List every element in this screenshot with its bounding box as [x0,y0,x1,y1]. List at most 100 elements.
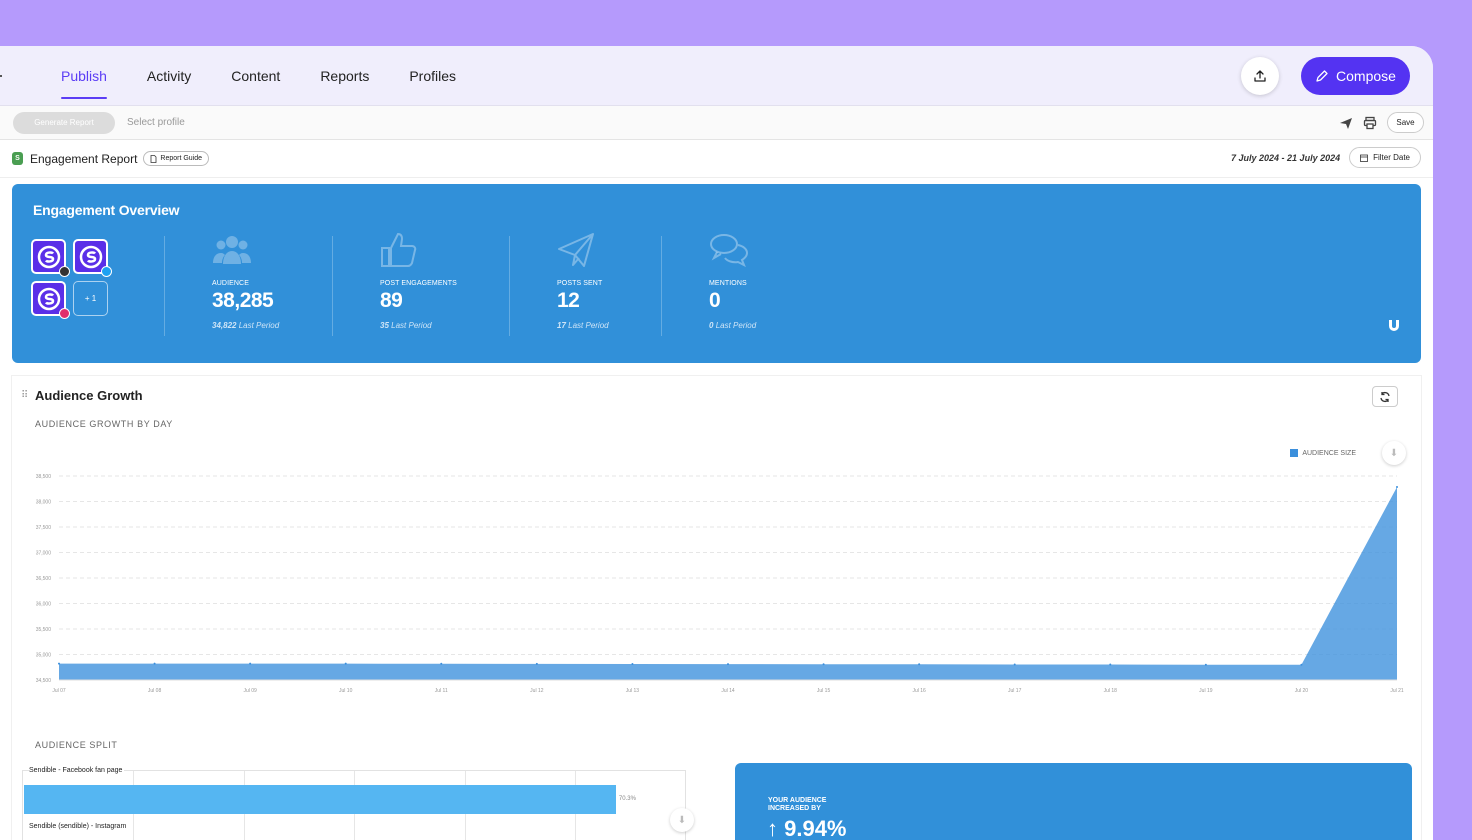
twitter-badge-icon [101,266,112,277]
send-icon[interactable] [1339,116,1353,130]
y-tick-label: 35,000 [36,653,52,659]
audience-increase-card: YOUR AUDIENCE INCREASED BY ↑ 9.94% [735,763,1412,840]
audience-growth-panel: ⠿ Audience Growth AUDIENCE GROWTH BY DAY… [12,376,1421,840]
filter-date-label: Filter Date [1373,153,1410,162]
download-icon: ⬇ [677,814,687,826]
x-tick-label: Jul 12 [530,688,544,694]
audience-growth-chart: 38,500 38,000 37,500 37,000 36,500 36,000 35,5… [36,474,1404,694]
save-button[interactable]: Save [1387,112,1424,133]
stat-label: AUDIENCE [212,280,249,287]
data-point [1109,663,1112,666]
stat-last-value: 35 [380,321,389,330]
split-bar-label: Sendible - Facebook fan page [29,767,125,774]
stat-label: POST ENGAGEMENTS [380,280,457,287]
stat-posts-sent: POSTS SENT 12 17 Last Period [557,232,609,330]
tab-profiles[interactable]: Profiles [409,46,456,105]
sendible-logo-icon [37,287,60,310]
chart-legend: AUDIENCE SIZE [1290,449,1356,457]
upload-icon [1254,70,1266,82]
x-tick-label: Jul 13 [626,688,640,694]
split-bar [24,785,616,814]
x-tick-label: Jul 07 [52,688,66,694]
stat-value: 89 [380,289,403,312]
legend-label: AUDIENCE SIZE [1302,449,1356,457]
growth-subtitle: AUDIENCE GROWTH BY DAY [35,419,173,429]
x-tick-label: Jul 21 [1390,688,1404,694]
stat-audience: AUDIENCE 38,285 34,822 Last Period [212,232,279,330]
download-split-button[interactable]: ⬇ [670,808,694,832]
stat-label: POSTS SENT [557,280,603,287]
print-icon[interactable] [1363,116,1377,130]
profile-avatar-facebook[interactable] [31,239,70,277]
date-controls: 7 July 2024 - 21 July 2024 Filter Date [1231,147,1421,168]
profile-avatar-instagram[interactable] [31,281,70,319]
stat-last-period: 34,822 Last Period [212,321,279,330]
y-tick-label: 34,500 [36,678,52,684]
data-point [727,663,729,666]
stat-post-engagements: POST ENGAGEMENTS 89 35 Last Period [380,232,457,330]
data-point [58,662,60,665]
y-tick-label: 37,500 [36,525,52,531]
data-point [344,662,347,665]
download-icon: ⬇ [1389,447,1399,459]
x-tick-label: Jul 17 [1008,688,1022,694]
select-profile-dropdown[interactable]: Select profile [127,117,185,128]
tab-publish[interactable]: Publish [61,46,107,105]
download-chart-button[interactable]: ⬇ [1382,441,1406,465]
profile-avatar-twitter[interactable] [73,239,112,277]
users-icon [213,236,251,264]
stat-label: MENTIONS [709,280,747,287]
stat-last-label: Last Period [568,321,609,330]
data-point [1396,485,1398,488]
audience-split-chart: Sendible - Facebook fan page 70.3% Sendi… [22,767,686,840]
y-tick-label: 36,000 [36,602,52,608]
drag-handle-icon[interactable]: ⠿ [21,390,28,401]
report-badge: S [12,152,23,165]
tab-activity[interactable]: Activity [147,46,191,105]
x-tick-label: Jul 15 [817,688,831,694]
y-tick-label: 38,000 [36,500,52,506]
chat-bubbles-icon [710,234,749,268]
toolbar-actions: Save [1339,112,1424,133]
stat-last-label: Last Period [391,321,432,330]
increase-label: YOUR AUDIENCE INCREASED BY [768,797,827,812]
stat-divider [661,236,662,336]
split-bar-label: Sendible (sendible) - Instagram [29,823,129,830]
generate-report-button[interactable]: Generate Report [13,111,115,134]
y-tick-label: 35,500 [36,627,52,633]
data-point [153,662,156,665]
stat-last-label: Last Period [715,321,757,330]
sendible-logo-icon [37,245,60,268]
y-tick-label: 38,500 [36,474,52,480]
x-tick-label: Jul 20 [1295,688,1309,694]
edge-marker [0,75,2,77]
pencil-icon [1316,70,1328,82]
report-header: S Engagement Report Report Guide 7 July … [0,140,1433,178]
y-tick-label: 36,500 [36,576,52,582]
data-point [631,662,634,665]
x-tick-label: Jul 10 [339,688,353,694]
x-tick-label: Jul 14 [721,688,735,694]
upload-button[interactable] [1241,57,1279,95]
magnet-icon[interactable] [1387,319,1401,333]
data-point [1204,663,1207,666]
more-profiles-button[interactable]: + 1 [73,281,108,316]
compose-button[interactable]: Compose [1301,57,1410,95]
data-point [249,662,252,665]
stat-last-period: 17 Last Period [557,321,609,330]
x-tick-label: Jul 18 [1104,688,1118,694]
stat-last-period: 35 Last Period [380,321,457,330]
date-range: 7 July 2024 - 21 July 2024 [1231,152,1341,163]
facebook-badge-icon [59,266,70,277]
stat-last-value: 0 [709,321,714,330]
engagement-overview-card: Engagement Overview + 1 AUDIENCE 38,285 … [12,184,1421,363]
stat-mentions: MENTIONS 0 0 Last Period [709,232,756,330]
tab-content[interactable]: Content [231,46,280,105]
refresh-button[interactable] [1372,386,1398,407]
tab-reports[interactable]: Reports [320,46,369,105]
split-title: AUDIENCE SPLIT [35,740,118,750]
stat-divider [332,236,333,336]
filter-date-button[interactable]: Filter Date [1349,147,1421,168]
report-guide-button[interactable]: Report Guide [143,151,210,166]
x-tick-label: Jul 19 [1199,688,1213,694]
